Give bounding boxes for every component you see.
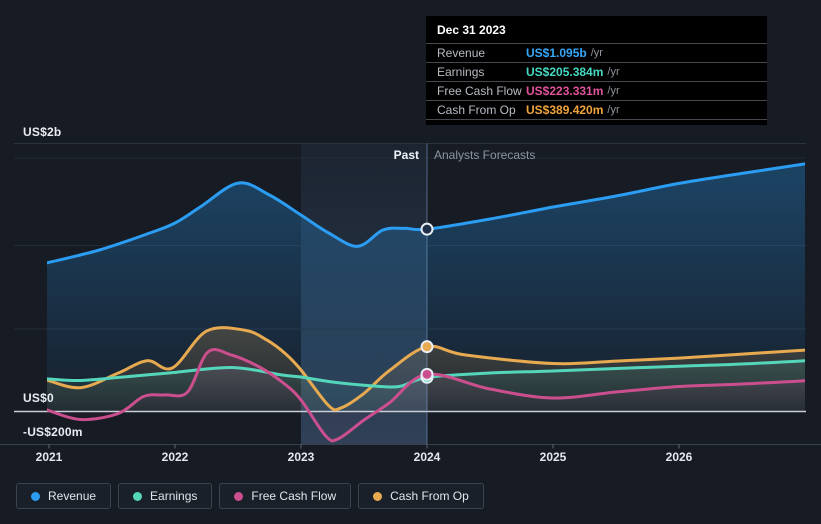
tooltip-row-label: Free Cash Flow [437,84,522,98]
tooltip-row-value: US$205.384m [526,65,604,79]
chart-tooltip: Dec 31 2023 Revenue US$1.095b/yr Earnings U… [426,16,767,125]
legend-dot-icon [373,491,383,501]
tooltip-row-label: Cash From Op [437,103,516,117]
tooltip-row-free-cash-flow: Free Cash Flow US$223.331m/yr [426,81,767,100]
tooltip-row-cash-from-op: Cash From Op US$389.420m/yr [426,100,767,119]
legend-item-label: Cash From Op [390,489,469,503]
legend-item-label: Free Cash Flow [251,489,337,503]
legend-item-label: Earnings [150,489,198,503]
legend-dot-icon [31,491,40,501]
tooltip-row-unit: /yr [590,47,603,59]
legend-item-cash-from-op[interactable]: Cash From Op [358,483,484,509]
y-axis-label-top: US$2b [23,125,62,139]
marker-free-cash-flow [420,367,434,381]
tooltip-date: Dec 31 2023 [437,23,506,37]
tooltip-row-earnings: Earnings US$205.384m/yr [426,62,767,81]
legend-item-free-cash-flow[interactable]: Free Cash Flow [219,483,352,509]
tooltip-rows: Revenue US$1.095b/yr Earnings US$205.384m/y… [426,43,767,120]
marker-cash-from-op [420,340,434,354]
legend-dot-icon [234,491,244,501]
tooltip-row-value: US$1.095b [526,46,587,60]
tooltip-row-unit: /yr [607,85,620,97]
tooltip-row-label: Revenue [437,46,486,60]
tooltip-row-value: US$389.420m [526,103,604,117]
y-axis-label-negative: -US$200m [23,425,83,439]
legend-item-revenue[interactable]: Revenue [16,483,112,509]
past-section-label: Past [393,148,419,162]
x-axis-label-2023: 2023 [287,450,315,464]
x-axis-label-2025: 2025 [539,450,567,464]
marker-revenue [420,222,434,236]
y-axis-label-zero: US$0 [23,391,54,405]
analysts-forecasts-label: Analysts Forecasts [434,148,536,162]
tooltip-row-label: Earnings [437,65,485,79]
tooltip-row-value: US$223.331m [526,84,604,98]
x-axis-label-2026: 2026 [665,450,693,464]
x-axis-label-2022: 2022 [161,450,189,464]
tooltip-row-revenue: Revenue US$1.095b/yr [426,43,767,62]
x-axis-label-2021: 2021 [35,450,63,464]
tooltip-row-unit: /yr [607,66,620,78]
forecast-chart-panel: US$2b US$0 -US$200m Past Analysts Foreca… [0,0,821,524]
x-axis-label-2024: 2024 [413,450,441,464]
legend-item-earnings[interactable]: Earnings [118,483,213,509]
legend-dot-icon [133,491,143,501]
tooltip-row-unit: /yr [607,104,620,116]
legend-item-label: Revenue [48,489,97,503]
chart-legend: Revenue Earnings Free Cash Flow Cash From O… [16,483,484,509]
